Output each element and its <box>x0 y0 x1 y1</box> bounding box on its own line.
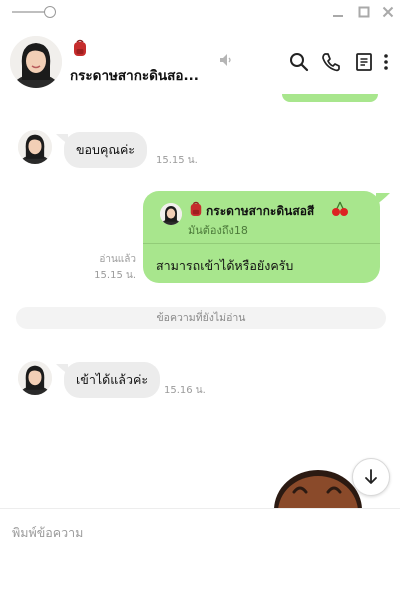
arrow-down-icon <box>365 469 377 484</box>
chat-area[interactable]: ขอบคุณค่ะ 15.15 น. กระดาษสากะดินสอสี มัน… <box>0 94 400 508</box>
reply-divider <box>143 243 380 244</box>
reply-sender-name: กระดาษสากะดินสอสี <box>206 204 315 218</box>
message-time: 15.15 น. <box>156 155 198 166</box>
scroll-to-bottom-button[interactable] <box>352 458 390 496</box>
bubble-tail <box>376 193 390 205</box>
sender-avatar[interactable] <box>18 130 52 164</box>
read-receipt: อ่านแล้ว <box>99 254 136 265</box>
minimize-icon[interactable] <box>330 4 346 20</box>
close-icon[interactable] <box>380 4 396 20</box>
chat-header: กระดาษสากะดินสอ... <box>0 28 400 94</box>
message-input-area <box>0 508 400 589</box>
backpack-icon <box>190 201 202 216</box>
mute-icon <box>220 54 231 66</box>
backpack-icon <box>74 39 86 56</box>
message-text: สามารถเข้าได้หรือยังครับ <box>156 258 294 273</box>
message-time: 15.15 น. <box>94 270 136 281</box>
contact-avatar[interactable] <box>10 36 62 88</box>
reply-quoted-text: มันต้องถึง18 <box>188 224 248 237</box>
maximize-icon[interactable] <box>356 4 372 20</box>
title-bar <box>0 0 400 28</box>
previous-message-bubble[interactable] <box>282 94 378 102</box>
cherry-icon <box>332 201 348 216</box>
opacity-slider-knob[interactable] <box>44 6 56 18</box>
sender-avatar[interactable] <box>18 361 52 395</box>
message-input[interactable] <box>10 521 394 543</box>
message-bubble-incoming[interactable]: ขอบคุณค่ะ <box>64 132 148 168</box>
more-icon[interactable] <box>381 51 391 73</box>
message-bubble-outgoing[interactable]: กระดาษสากะดินสอสี มันต้องถึง18 สามารถเข้… <box>143 191 380 283</box>
message-bubble-incoming[interactable]: เข้าได้แล้วค่ะ <box>64 362 161 398</box>
message-time: 15.16 น. <box>164 385 206 396</box>
search-icon[interactable] <box>288 51 310 73</box>
opacity-slider-track[interactable] <box>12 11 48 13</box>
contact-name[interactable]: กระดาษสากะดินสอ... <box>70 64 199 86</box>
unread-divider: ข้อความที่ยังไม่อ่าน <box>16 307 386 329</box>
reply-avatar <box>160 203 182 225</box>
notes-icon[interactable] <box>353 51 375 73</box>
phone-icon[interactable] <box>320 51 342 73</box>
sticker-image[interactable] <box>272 464 364 508</box>
